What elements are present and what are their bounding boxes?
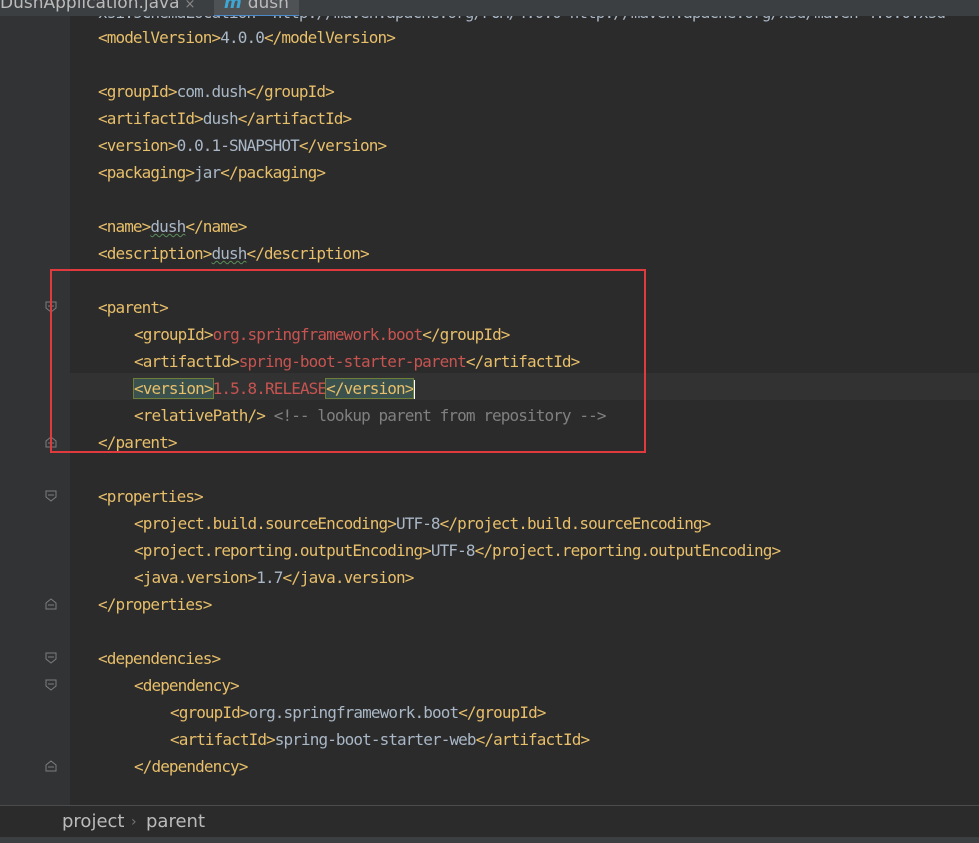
fold-close-icon[interactable] — [45, 760, 57, 772]
code-line-properties-open: <properties> — [98, 487, 204, 506]
code-line-modelversion: <modelVersion>4.0.0</modelVersion> — [98, 28, 396, 47]
code-line-name: <name>dush</name> — [98, 217, 247, 236]
breadcrumb: project › parent — [0, 806, 979, 837]
code-line-version: <version>0.0.1-SNAPSHOT</version> — [98, 136, 387, 155]
status-bar — [0, 837, 979, 843]
code-line-source-encoding: <project.build.sourceEncoding>UTF-8</pro… — [134, 514, 711, 533]
code-editor[interactable]: xsi:schemaLocation="http://maven.apache.… — [0, 0, 979, 805]
code-line-dep-groupid: <groupId>org.springframework.boot</group… — [170, 703, 546, 722]
code-line-dep-artifactid: <artifactId>spring-boot-starter-web</art… — [170, 730, 590, 749]
breadcrumb-item-project[interactable]: project — [62, 810, 124, 834]
close-icon[interactable]: × — [185, 0, 196, 12]
code-line-dependency-open: <dependency> — [134, 676, 240, 695]
code-line-packaging: <packaging>jar</packaging> — [98, 163, 326, 182]
code-line-description: <description>dush</description> — [98, 244, 370, 263]
tab-dushapplication-java[interactable]: DushApplication.java × — [0, 0, 195, 15]
tab-dush-pom[interactable]: m dush — [214, 0, 299, 16]
fold-open-icon[interactable] — [45, 652, 57, 664]
code-line-properties-close: </properties> — [98, 595, 212, 614]
chevron-right-icon: › — [131, 814, 137, 830]
fold-open-icon[interactable] — [45, 679, 57, 691]
fold-open-icon[interactable] — [45, 490, 57, 502]
code-line-java-version: <java.version>1.7</java.version> — [134, 568, 414, 587]
editor-tab-bar: DushApplication.java × m dush — [0, 0, 979, 16]
code-line-dependencies-open: <dependencies> — [98, 649, 221, 668]
annotation-highlight-box — [50, 269, 646, 453]
breadcrumb-item-parent[interactable]: parent — [146, 810, 205, 834]
code-line-groupid: <groupId>com.dush</groupId> — [98, 82, 335, 101]
fold-close-icon[interactable] — [45, 598, 57, 610]
code-line-artifactid: <artifactId>dush</artifactId> — [98, 109, 352, 128]
code-line-output-encoding: <project.reporting.outputEncoding>UTF-8<… — [134, 541, 781, 560]
code-line-dependency-close: </dependency> — [134, 757, 248, 776]
maven-icon: m — [224, 0, 242, 13]
